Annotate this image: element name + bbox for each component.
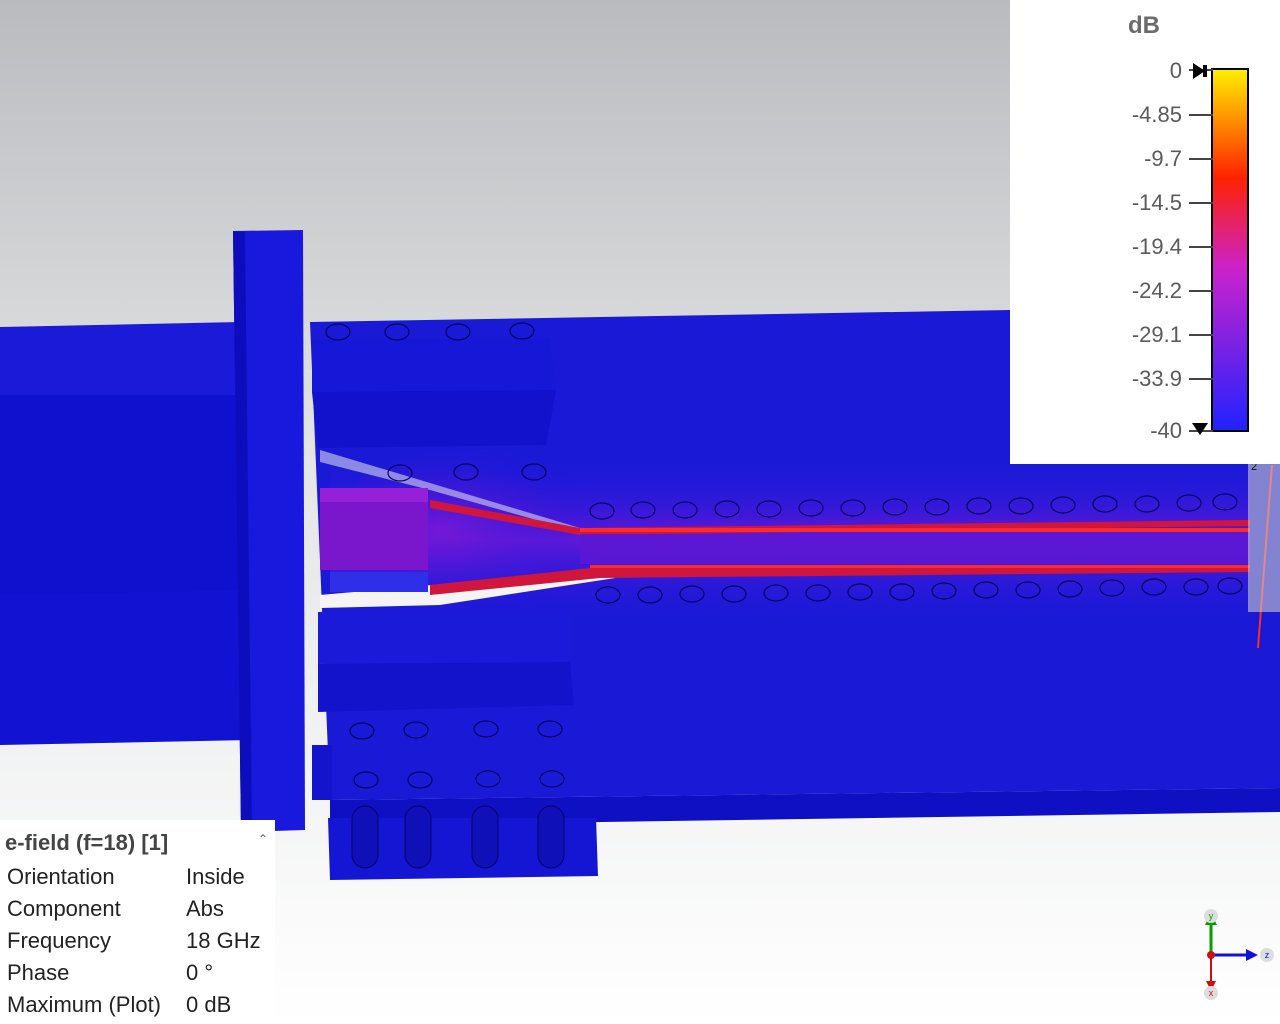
info-row-orientation: Orientation Inside — [7, 864, 275, 896]
legend-max-marker-icon[interactable] — [1193, 61, 1213, 81]
left-block-top — [0, 322, 245, 395]
axis-x-label: x — [1209, 988, 1214, 998]
legend-tick-label: -9.7 — [1144, 146, 1182, 171]
info-value: 0 ° — [186, 960, 214, 985]
legend-tick-label: -29.1 — [1131, 322, 1182, 347]
info-row-phase: Phase 0 ° — [7, 960, 275, 992]
info-row-component: Component Abs — [7, 896, 275, 928]
info-row-maximum: Maximum (Plot) 0 dB — [7, 992, 275, 1024]
legend-tick-label: -4.85 — [1131, 102, 1182, 127]
legend-min-marker-icon[interactable] — [1192, 421, 1212, 439]
info-value: 18 GHz — [186, 928, 261, 953]
legend-tick-label: -14.5 — [1131, 190, 1182, 215]
legend-tick-label: -33.9 — [1131, 366, 1182, 391]
axis-y-label: y — [1209, 911, 1214, 921]
info-value: Abs — [186, 896, 224, 921]
info-key: Component — [7, 896, 121, 921]
legend-unit: dB — [1128, 12, 1160, 39]
info-key: Orientation — [7, 864, 115, 889]
legend-tick-label: -19.4 — [1131, 234, 1182, 259]
axes-triad-icon[interactable]: y z x — [1190, 905, 1280, 1005]
info-key: Maximum (Plot) — [7, 992, 162, 1017]
axis-z-label: z — [1265, 950, 1270, 960]
info-key: Frequency — [7, 928, 111, 953]
info-value: 0 dB — [186, 992, 232, 1017]
collapse-icon[interactable]: ⌃ — [258, 832, 268, 846]
info-value: Inside — [186, 864, 245, 889]
info-key: Phase — [7, 960, 70, 985]
legend-tick-label: -40 — [1150, 418, 1182, 443]
legend-color-bar — [1211, 68, 1249, 432]
plot-info-panel: e-field (f=18) [1] ⌃ Orientation Inside … — [0, 820, 275, 1024]
legend-tick-label: 0 — [1169, 58, 1182, 83]
info-title: e-field (f=18) [1] — [5, 830, 169, 855]
info-row-frequency: Frequency 18 GHz — [7, 928, 275, 960]
legend-tick-label: -24.2 — [1131, 278, 1182, 303]
left-block-bottom — [0, 590, 250, 745]
